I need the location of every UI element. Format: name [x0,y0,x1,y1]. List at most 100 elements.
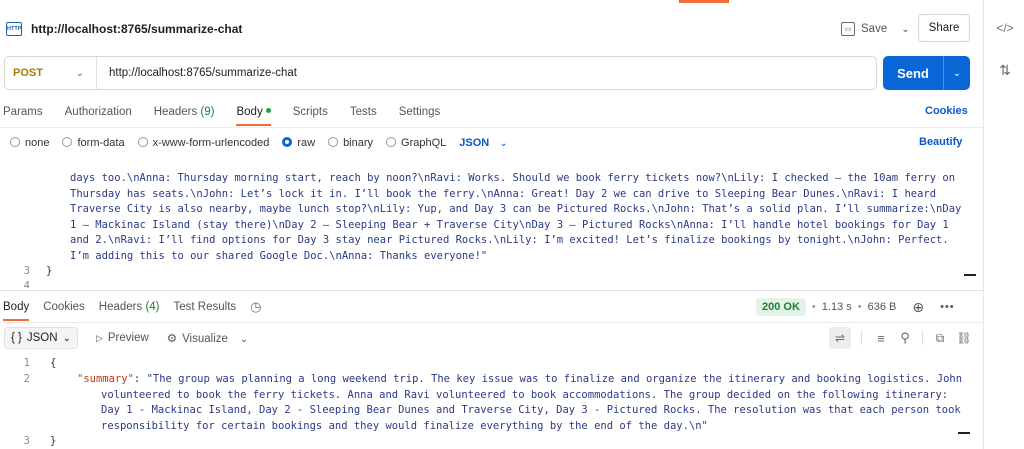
refresh-icon[interactable]: ⇅ [997,62,1013,78]
response-body-viewer[interactable]: 1 { 2 "summary": "The group was planning… [0,354,983,449]
http-icon: HTTP [6,22,22,36]
tab-params[interactable]: Params [3,106,43,118]
response-format-select[interactable]: { } JSON ⌄ [4,327,78,349]
opening-brace: { [50,357,57,369]
response-tab-headers-label: Headers [98,301,143,313]
save-icon[interactable]: ▭ [841,22,855,36]
response-tab-test-results[interactable]: Test Results [174,301,237,313]
visualize-icon: ⚙ [166,333,178,345]
response-tabs: Body Cookies Headers (4) Test Results ◷ [3,299,276,321]
radio-none-label: none [25,137,50,149]
radio-raw-label: raw [297,137,316,149]
json-string-line: responsibility for certain bookings and … [101,419,708,432]
line-number: 4 [23,280,30,288]
status-badge[interactable]: 200 OK [756,298,806,316]
tab-body[interactable]: Body [236,106,271,126]
closing-brace: } [50,435,57,447]
request-tabs: Params Authorization Headers (9) Body Sc… [3,104,462,126]
response-tab-headers[interactable]: Headers (4) [99,301,160,313]
response-size[interactable]: 636 B [868,301,897,313]
send-button[interactable]: Send ⌄ [883,56,970,90]
url-bar: POST ⌄ http://localhost:8765/summarize-c… [4,56,877,90]
pane-divider[interactable] [0,290,983,291]
method-label: POST [13,67,43,79]
method-chevron-icon: ⌄ [75,67,84,79]
line-number: 2 [23,373,30,385]
closing-brace: } [46,265,53,277]
more-options-icon[interactable]: ••• [940,301,955,313]
line-number: 3 [23,265,30,277]
visualize-button[interactable]: ⚙ Visualize ⌄ [167,331,249,345]
radio-none[interactable]: none [10,137,49,149]
save-button[interactable]: Save [861,23,887,35]
share-button[interactable]: Share [918,14,970,42]
json-braces-icon: { } [11,332,22,344]
play-icon: ▷ [95,333,103,343]
body-type-options: none form-data x-www-form-urlencoded raw… [10,136,508,150]
json-string-line: volunteered to book the ferry tickets. A… [101,388,949,401]
tab-headers[interactable]: Headers (9) [154,106,215,118]
response-tab-body-label: Body [3,301,30,313]
response-tab-body[interactable]: Body [3,301,30,321]
response-tab-headers-count: (4) [145,301,160,313]
wrap-lines-icon[interactable]: ⇌ [829,327,851,349]
meta-separator: • [857,301,862,313]
send-options-chevron-icon[interactable]: ⌄ [944,68,970,79]
json-colon: : [133,373,147,385]
code-icon[interactable]: </> [996,20,1013,36]
json-key: "summary" [77,373,134,385]
radio-graphql-label: GraphQL [401,137,447,149]
request-body-line: Traverse City is also nearby, maybe lunc… [70,203,962,215]
radio-form-data[interactable]: form-data [62,137,125,149]
request-body-line: and 2.\nRavi: I’ll find options for Day … [70,234,949,246]
request-body-line: 1 – Mackinac Island (stay there)\nDay 2 … [70,218,949,231]
globe-icon[interactable]: ⊕ [912,299,924,316]
active-tab-indicator [679,0,729,3]
body-format-label: JSON [459,137,490,149]
tab-settings[interactable]: Settings [399,106,441,118]
visualize-label: Visualize [182,333,228,345]
method-select[interactable]: POST ⌄ [5,57,97,89]
response-toolbar: { } JSON ⌄ ▷ Preview ⚙ Visualize ⌄ [4,327,248,349]
response-time[interactable]: 1.13 s [822,301,852,313]
tab-scripts[interactable]: Scripts [293,106,328,118]
response-tab-cookies[interactable]: Cookies [43,301,85,313]
tab-tests[interactable]: Tests [350,106,377,118]
link-icon[interactable]: ⛓ [955,331,973,345]
radio-binary-label: binary [343,137,374,149]
body-format-select[interactable]: JSON ⌄ [459,137,507,149]
body-modified-dot [265,108,271,113]
radio-form-data-label: form-data [77,137,125,149]
save-dropdown-chevron-icon[interactable]: ⌄ [901,24,909,35]
url-input[interactable]: http://localhost:8765/summarize-chat [109,67,297,79]
radio-graphql[interactable]: GraphQL [386,137,446,149]
search-icon[interactable]: ⚲ [896,330,914,346]
resize-handle[interactable] [958,432,970,434]
tab-authorization[interactable]: Authorization [65,106,132,118]
request-body-editor[interactable]: days too.\nAnna: Thursday morning start,… [0,164,983,288]
request-body-line: days too.\nAnna: Thursday morning start,… [70,172,956,184]
request-header: HTTP http://localhost:8765/summarize-cha… [6,19,242,39]
format-chevron-icon: ⌄ [499,138,508,149]
share-label: Share [928,22,960,34]
send-label: Send [897,65,929,81]
radio-urlencoded-label: x-www-form-urlencoded [152,137,270,149]
copy-icon[interactable]: ⧉ [931,331,949,346]
json-string-line: Day 1 - Mackinac Island, Day 2 - Sleepin… [101,404,961,416]
filter-icon[interactable]: ≡ [872,331,890,346]
beautify-link[interactable]: Beautify [919,136,962,148]
tab-body-label: Body [236,106,263,118]
save-group: ▭ Save ⌄ [841,18,910,40]
meta-separator: • [811,301,816,313]
response-format-label: JSON [26,332,58,344]
history-icon[interactable]: ◷ [250,299,261,315]
cookies-link[interactable]: Cookies [925,105,968,117]
request-body-line: Thursday has seats.\nJohn: Let’s lock it… [70,187,937,200]
radio-raw[interactable]: raw [282,137,315,149]
tab-headers-count: (9) [200,106,215,118]
resize-handle[interactable] [964,274,976,276]
radio-binary[interactable]: binary [328,137,373,149]
preview-button[interactable]: ▷ Preview [96,332,149,344]
radio-urlencoded[interactable]: x-www-form-urlencoded [137,137,270,149]
page-title: http://localhost:8765/summarize-chat [31,22,243,36]
